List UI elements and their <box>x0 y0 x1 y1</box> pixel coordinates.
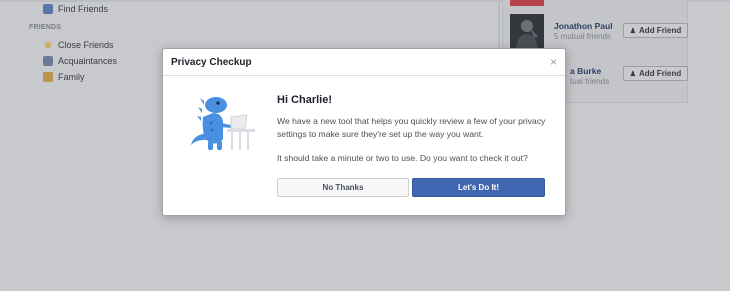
suggestion-name[interactable]: a Burke <box>570 66 601 76</box>
avatar[interactable] <box>510 14 544 48</box>
dialog-description: We have a new tool that helps you quickl… <box>277 116 546 139</box>
suggestion-photo-partial <box>510 0 544 6</box>
close-icon[interactable]: × <box>550 55 557 69</box>
sidebar-item-find-friends[interactable]: Find Friends <box>43 2 108 16</box>
suggestion-item: Jonathon Paul 5 mutual friends ♟ Add Fri… <box>510 14 688 48</box>
dialog-title: Privacy Checkup <box>171 56 252 68</box>
lets-do-it-button[interactable]: Let's Do It! <box>412 178 545 197</box>
sidebar-item-close-friends[interactable]: Close Friends <box>43 38 114 52</box>
star-icon <box>43 40 53 50</box>
greeting-heading: Hi Charlie! <box>277 94 333 106</box>
no-thanks-button[interactable]: No Thanks <box>277 178 409 197</box>
add-person-icon: ♟ <box>629 70 637 78</box>
sidebar-item-label: Acquaintances <box>58 56 118 66</box>
add-friend-button[interactable]: ♟ Add Friend <box>623 66 688 81</box>
privacy-dinosaur-icon <box>191 97 255 150</box>
sidebar-item-label: Find Friends <box>58 4 109 14</box>
add-person-icon: ♟ <box>629 27 637 35</box>
find-friends-icon <box>43 4 53 14</box>
sidebar-item-label: Close Friends <box>58 40 114 50</box>
sidebar-item-family[interactable]: Family <box>43 70 85 84</box>
sidebar-item-label: Family <box>58 72 85 82</box>
add-friend-button[interactable]: ♟ Add Friend <box>623 23 688 38</box>
sidebar-item-acquaintances[interactable]: Acquaintances <box>43 54 117 68</box>
sidebar-heading-friends: FRIENDS <box>29 24 62 31</box>
left-sidebar: Find Friends FRIENDS Close Friends Acqua… <box>0 0 170 291</box>
add-friend-label: Add Friend <box>639 69 682 78</box>
privacy-checkup-dialog: Privacy Checkup × Hi Charlie! We have a … <box>162 48 566 216</box>
mutual-friends-count: tual friends <box>570 77 610 86</box>
acquaintances-icon <box>43 56 53 66</box>
dialog-header: Privacy Checkup <box>163 49 565 76</box>
mutual-friends-count: 5 mutual friends <box>554 32 611 41</box>
dialog-question: It should take a minute or two to use. D… <box>277 153 528 163</box>
add-friend-label: Add Friend <box>639 26 682 35</box>
family-icon <box>43 72 53 82</box>
suggestion-name[interactable]: Jonathon Paul <box>554 21 613 31</box>
